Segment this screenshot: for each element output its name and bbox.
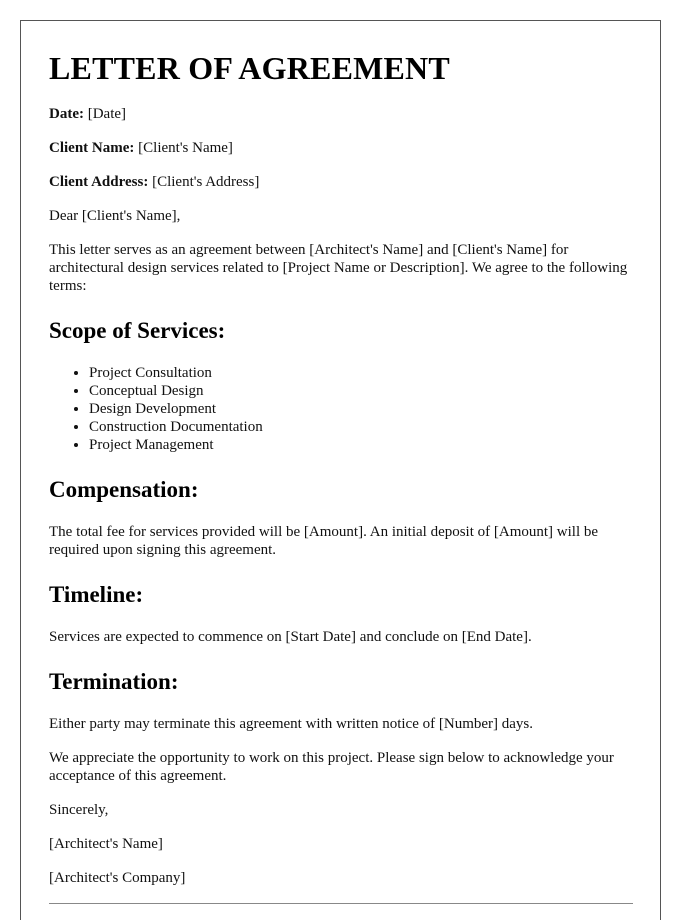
- client-name-value: [Client's Name]: [138, 140, 233, 156]
- termination-heading: Termination:: [49, 669, 179, 694]
- client-address-value: [Client's Address]: [152, 174, 260, 190]
- client-address-field: Client Address: [Client's Address]: [49, 173, 632, 191]
- scope-item: Project Management: [89, 436, 632, 454]
- timeline-heading: Timeline:: [49, 582, 144, 607]
- letter-page: LETTER OF AGREEMENT Date: [Date] Client …: [20, 20, 661, 920]
- sign-off: Sincerely,: [49, 802, 109, 818]
- architect-name: [Architect's Name]: [49, 836, 163, 852]
- scope-item: Conceptual Design: [89, 382, 632, 400]
- document-title: LETTER OF AGREEMENT: [49, 50, 450, 86]
- date-field: Date: [Date]: [49, 105, 632, 123]
- salutation: Dear [Client's Name],: [49, 208, 181, 224]
- client-name-label: Client Name:: [49, 140, 135, 156]
- scope-list: Project Consultation Conceptual Design D…: [49, 364, 632, 454]
- termination-text: Either party may terminate this agreemen…: [49, 716, 534, 732]
- scope-heading: Scope of Services:: [49, 318, 226, 343]
- client-address-label: Client Address:: [49, 174, 149, 190]
- compensation-text: The total fee for services provided will…: [49, 524, 599, 558]
- timeline-text: Services are expected to commence on [St…: [49, 629, 532, 645]
- date-label: Date:: [49, 106, 84, 122]
- compensation-heading: Compensation:: [49, 477, 199, 502]
- intro-paragraph: This letter serves as an agreement betwe…: [49, 242, 628, 294]
- client-name-field: Client Name: [Client's Name]: [49, 139, 632, 157]
- closing-paragraph: We appreciate the opportunity to work on…: [49, 750, 614, 784]
- signature-divider: [49, 903, 633, 904]
- architect-company: [Architect's Company]: [49, 870, 186, 886]
- scope-item: Project Consultation: [89, 364, 632, 382]
- date-value: [Date]: [87, 106, 127, 122]
- scope-item: Design Development: [89, 400, 632, 418]
- scope-item: Construction Documentation: [89, 418, 632, 436]
